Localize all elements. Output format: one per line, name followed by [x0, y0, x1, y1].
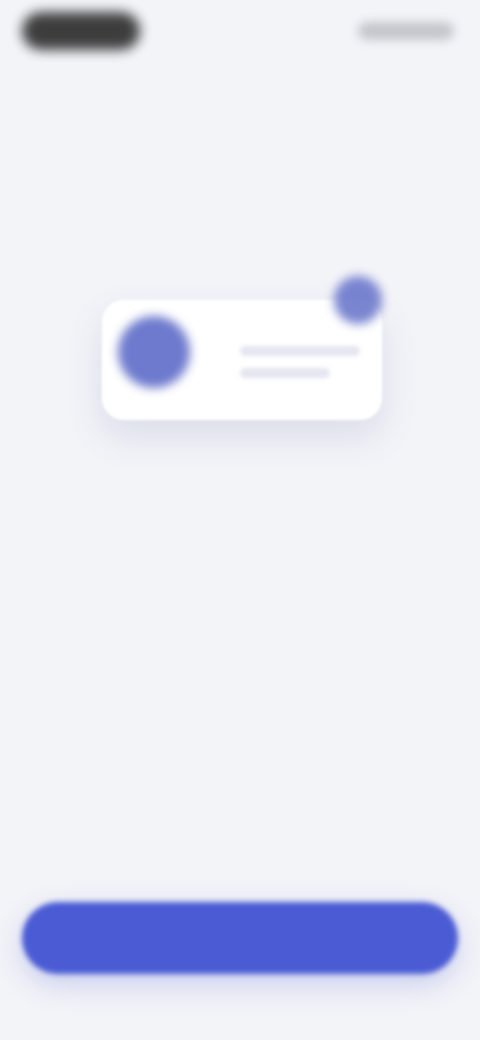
illustration-text-line [240, 346, 360, 356]
status-bar [0, 0, 480, 64]
onboarding-screen [0, 0, 480, 1040]
illustration-text-line [240, 368, 330, 378]
status-icons [358, 22, 454, 40]
hero-illustration [90, 260, 400, 450]
notification-dot-icon [334, 276, 382, 324]
profile-circle-icon [118, 316, 190, 388]
status-time-pill [22, 12, 140, 50]
continue-button[interactable] [22, 902, 458, 974]
onboarding-text [30, 530, 450, 540]
